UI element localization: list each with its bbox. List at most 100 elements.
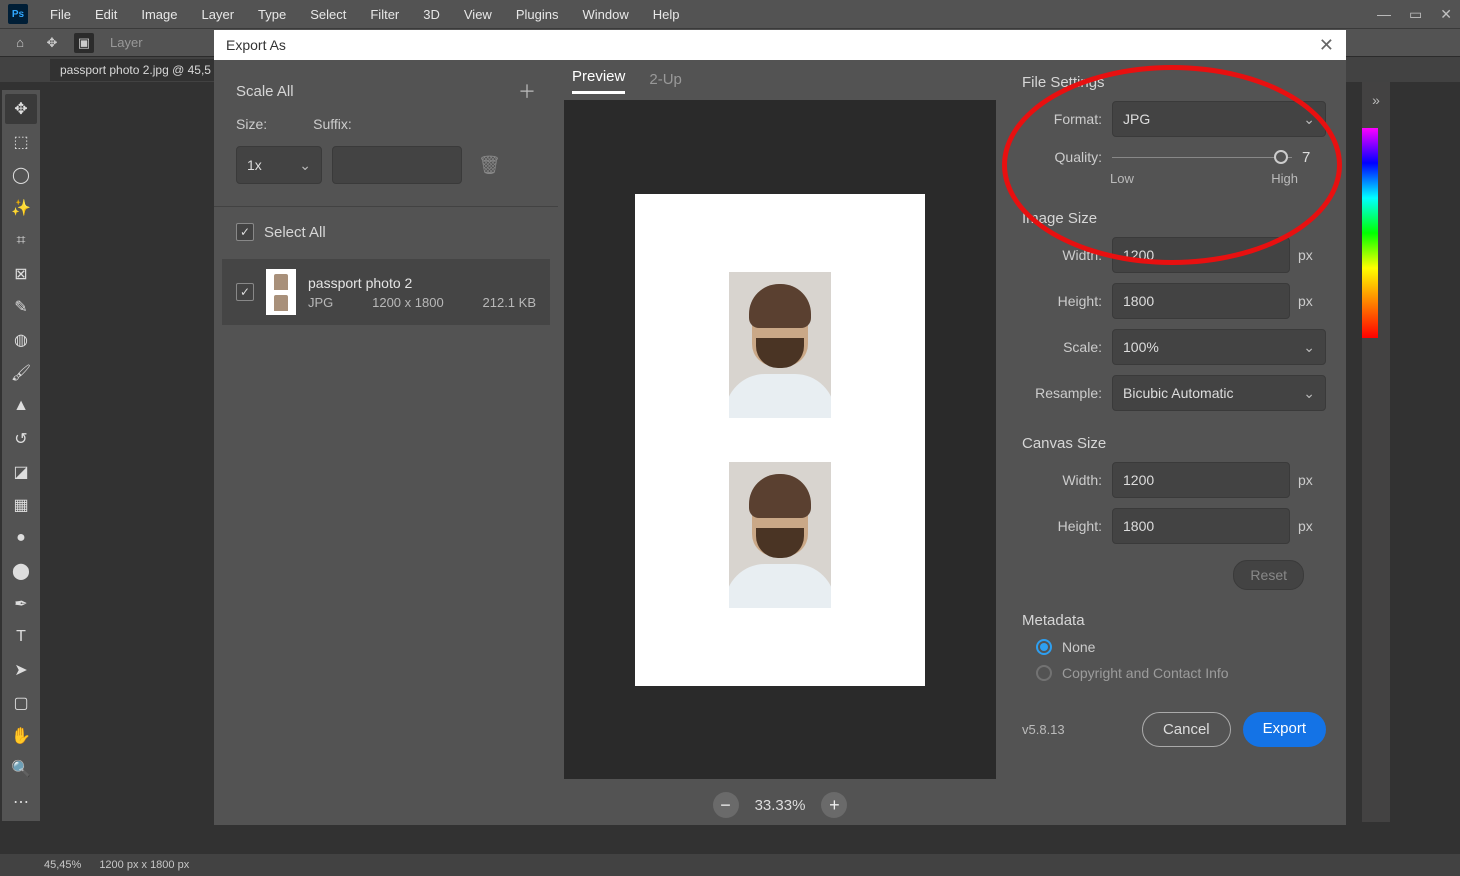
status-dims: 1200 px x 1800 px — [99, 859, 189, 871]
dock-expand-icon[interactable]: » — [1372, 92, 1380, 108]
metadata-copyright-radio[interactable] — [1036, 665, 1052, 681]
metadata-none-radio[interactable] — [1036, 639, 1052, 655]
home-icon[interactable]: ⌂ — [10, 33, 30, 53]
quality-high-label: High — [1271, 171, 1298, 186]
pen-tool-icon[interactable]: ✒ — [5, 589, 37, 619]
menu-file[interactable]: File — [40, 3, 81, 26]
crop-tool-icon[interactable]: ⌗ — [5, 226, 37, 256]
suffix-input[interactable] — [332, 146, 462, 184]
eyedropper-tool-icon[interactable]: ✎ — [5, 292, 37, 322]
select-all-checkbox[interactable]: ✓ — [236, 223, 254, 241]
format-label: Format: — [1022, 111, 1102, 127]
stamp-tool-icon[interactable]: ▲ — [5, 391, 37, 421]
size-label: Size: — [236, 116, 267, 132]
menu-view[interactable]: View — [454, 3, 502, 26]
menubar: Ps File Edit Image Layer Type Select Fil… — [0, 0, 1460, 28]
preview-canvas — [635, 194, 925, 686]
cv-width-input[interactable]: 1200 — [1112, 462, 1290, 498]
menu-plugins[interactable]: Plugins — [506, 3, 569, 26]
dialog-title: Export As — [226, 37, 286, 53]
eraser-tool-icon[interactable]: ◪ — [5, 457, 37, 487]
zoom-in-icon[interactable]: + — [821, 792, 847, 818]
quality-low-label: Low — [1110, 171, 1134, 186]
brush-tool-icon[interactable]: 🖌 — [5, 358, 37, 388]
delete-scale-icon[interactable]: 🗑 — [478, 155, 501, 176]
quality-slider[interactable] — [1112, 147, 1292, 167]
layers-icon[interactable]: ▣ — [74, 33, 94, 53]
preview-area[interactable] — [564, 100, 996, 779]
tab-preview[interactable]: Preview — [572, 68, 625, 94]
preview-zoom-bar: − 33.33% + — [558, 785, 1002, 825]
menu-type[interactable]: Type — [248, 3, 296, 26]
size-select[interactable]: 1x — [236, 146, 322, 184]
rectangle-tool-icon[interactable]: ▢ — [5, 688, 37, 718]
img-scale-label: Scale: — [1022, 339, 1102, 355]
img-width-label: Width: — [1022, 247, 1102, 263]
hand-tool-icon[interactable]: ✋ — [5, 721, 37, 751]
menu-help[interactable]: Help — [643, 3, 690, 26]
quality-value[interactable]: 7 — [1302, 149, 1326, 166]
menu-filter[interactable]: Filter — [360, 3, 409, 26]
menu-window[interactable]: Window — [572, 3, 638, 26]
format-select[interactable]: JPG — [1112, 101, 1326, 137]
img-width-unit: px — [1298, 247, 1326, 263]
img-height-unit: px — [1298, 293, 1326, 309]
close-icon[interactable]: ✕ — [1440, 6, 1452, 23]
asset-thumbnail — [266, 269, 296, 315]
lasso-tool-icon[interactable]: ◯ — [5, 160, 37, 190]
menu-edit[interactable]: Edit — [85, 3, 127, 26]
file-settings-title: File Settings — [1022, 74, 1326, 91]
reset-button[interactable]: Reset — [1233, 560, 1304, 590]
menu-image[interactable]: Image — [131, 3, 187, 26]
cv-width-label: Width: — [1022, 472, 1102, 488]
zoom-out-icon[interactable]: − — [713, 792, 739, 818]
asset-checkbox[interactable]: ✓ — [236, 283, 254, 301]
canvas-size-section: Canvas Size Width: 1200 px Height: 1800 … — [1002, 435, 1346, 612]
frame-tool-icon[interactable]: ⊠ — [5, 259, 37, 289]
menu-select[interactable]: Select — [300, 3, 356, 26]
wand-tool-icon[interactable]: ✨ — [5, 193, 37, 223]
dodge-tool-icon[interactable]: ⬤ — [5, 556, 37, 586]
type-tool-icon[interactable]: T — [5, 622, 37, 652]
zoom-tool-icon[interactable]: 🔍 — [5, 754, 37, 784]
cv-width-unit: px — [1298, 472, 1326, 488]
preview-photo-2 — [729, 462, 831, 608]
color-hue-strip[interactable] — [1362, 128, 1378, 338]
gradient-tool-icon[interactable]: ▦ — [5, 490, 37, 520]
more-tool-icon[interactable]: ⋯ — [5, 787, 37, 817]
tab-2up[interactable]: 2-Up — [649, 71, 682, 94]
asset-dims: 1200 x 1800 — [372, 295, 444, 310]
img-scale-select[interactable]: 100% — [1112, 329, 1326, 365]
resample-select[interactable]: Bicubic Automatic — [1112, 375, 1326, 411]
cv-height-input[interactable]: 1800 — [1112, 508, 1290, 544]
cv-height-label: Height: — [1022, 518, 1102, 534]
suffix-label: Suffix: — [313, 116, 352, 132]
status-zoom: 45,45% — [44, 859, 81, 871]
export-button[interactable]: Export — [1243, 712, 1326, 747]
minimize-icon[interactable]: — — [1377, 6, 1391, 23]
scale-all-title: Scale All — [236, 83, 294, 100]
menu-layer[interactable]: Layer — [192, 3, 245, 26]
img-height-input[interactable]: 1800 — [1112, 283, 1290, 319]
asset-row[interactable]: ✓ passport photo 2 JPG 1200 x 1800 212.1… — [222, 259, 550, 325]
cancel-button[interactable]: Cancel — [1142, 712, 1231, 747]
history-brush-tool-icon[interactable]: ↺ — [5, 424, 37, 454]
marquee-tool-icon[interactable]: ⬚ — [5, 127, 37, 157]
document-tab[interactable]: passport photo 2.jpg @ 45,5 — [50, 59, 221, 81]
preview-panel: Preview 2-Up − 33.33% + — [558, 60, 1002, 825]
move-icon[interactable]: ✥ — [42, 33, 62, 53]
move-tool-icon[interactable]: ✥ — [5, 94, 37, 124]
menu-3d[interactable]: 3D — [413, 3, 450, 26]
settings-panel: File Settings Format: JPG Quality: 7 Low… — [1002, 60, 1346, 825]
healing-tool-icon[interactable]: ◍ — [5, 325, 37, 355]
blur-tool-icon[interactable]: ● — [5, 523, 37, 553]
maximize-icon[interactable]: ▭ — [1409, 6, 1422, 23]
path-tool-icon[interactable]: ➤ — [5, 655, 37, 685]
window-controls: — ▭ ✕ — [1377, 6, 1452, 23]
add-scale-icon[interactable]: ＋ — [518, 78, 536, 104]
dialog-close-icon[interactable]: ✕ — [1319, 35, 1334, 56]
dialog-footer: v5.8.13 Cancel Export — [1002, 705, 1346, 753]
img-width-input[interactable]: 1200 — [1112, 237, 1290, 273]
metadata-section: Metadata None Copyright and Contact Info — [1002, 612, 1346, 705]
quality-label: Quality: — [1032, 149, 1102, 165]
